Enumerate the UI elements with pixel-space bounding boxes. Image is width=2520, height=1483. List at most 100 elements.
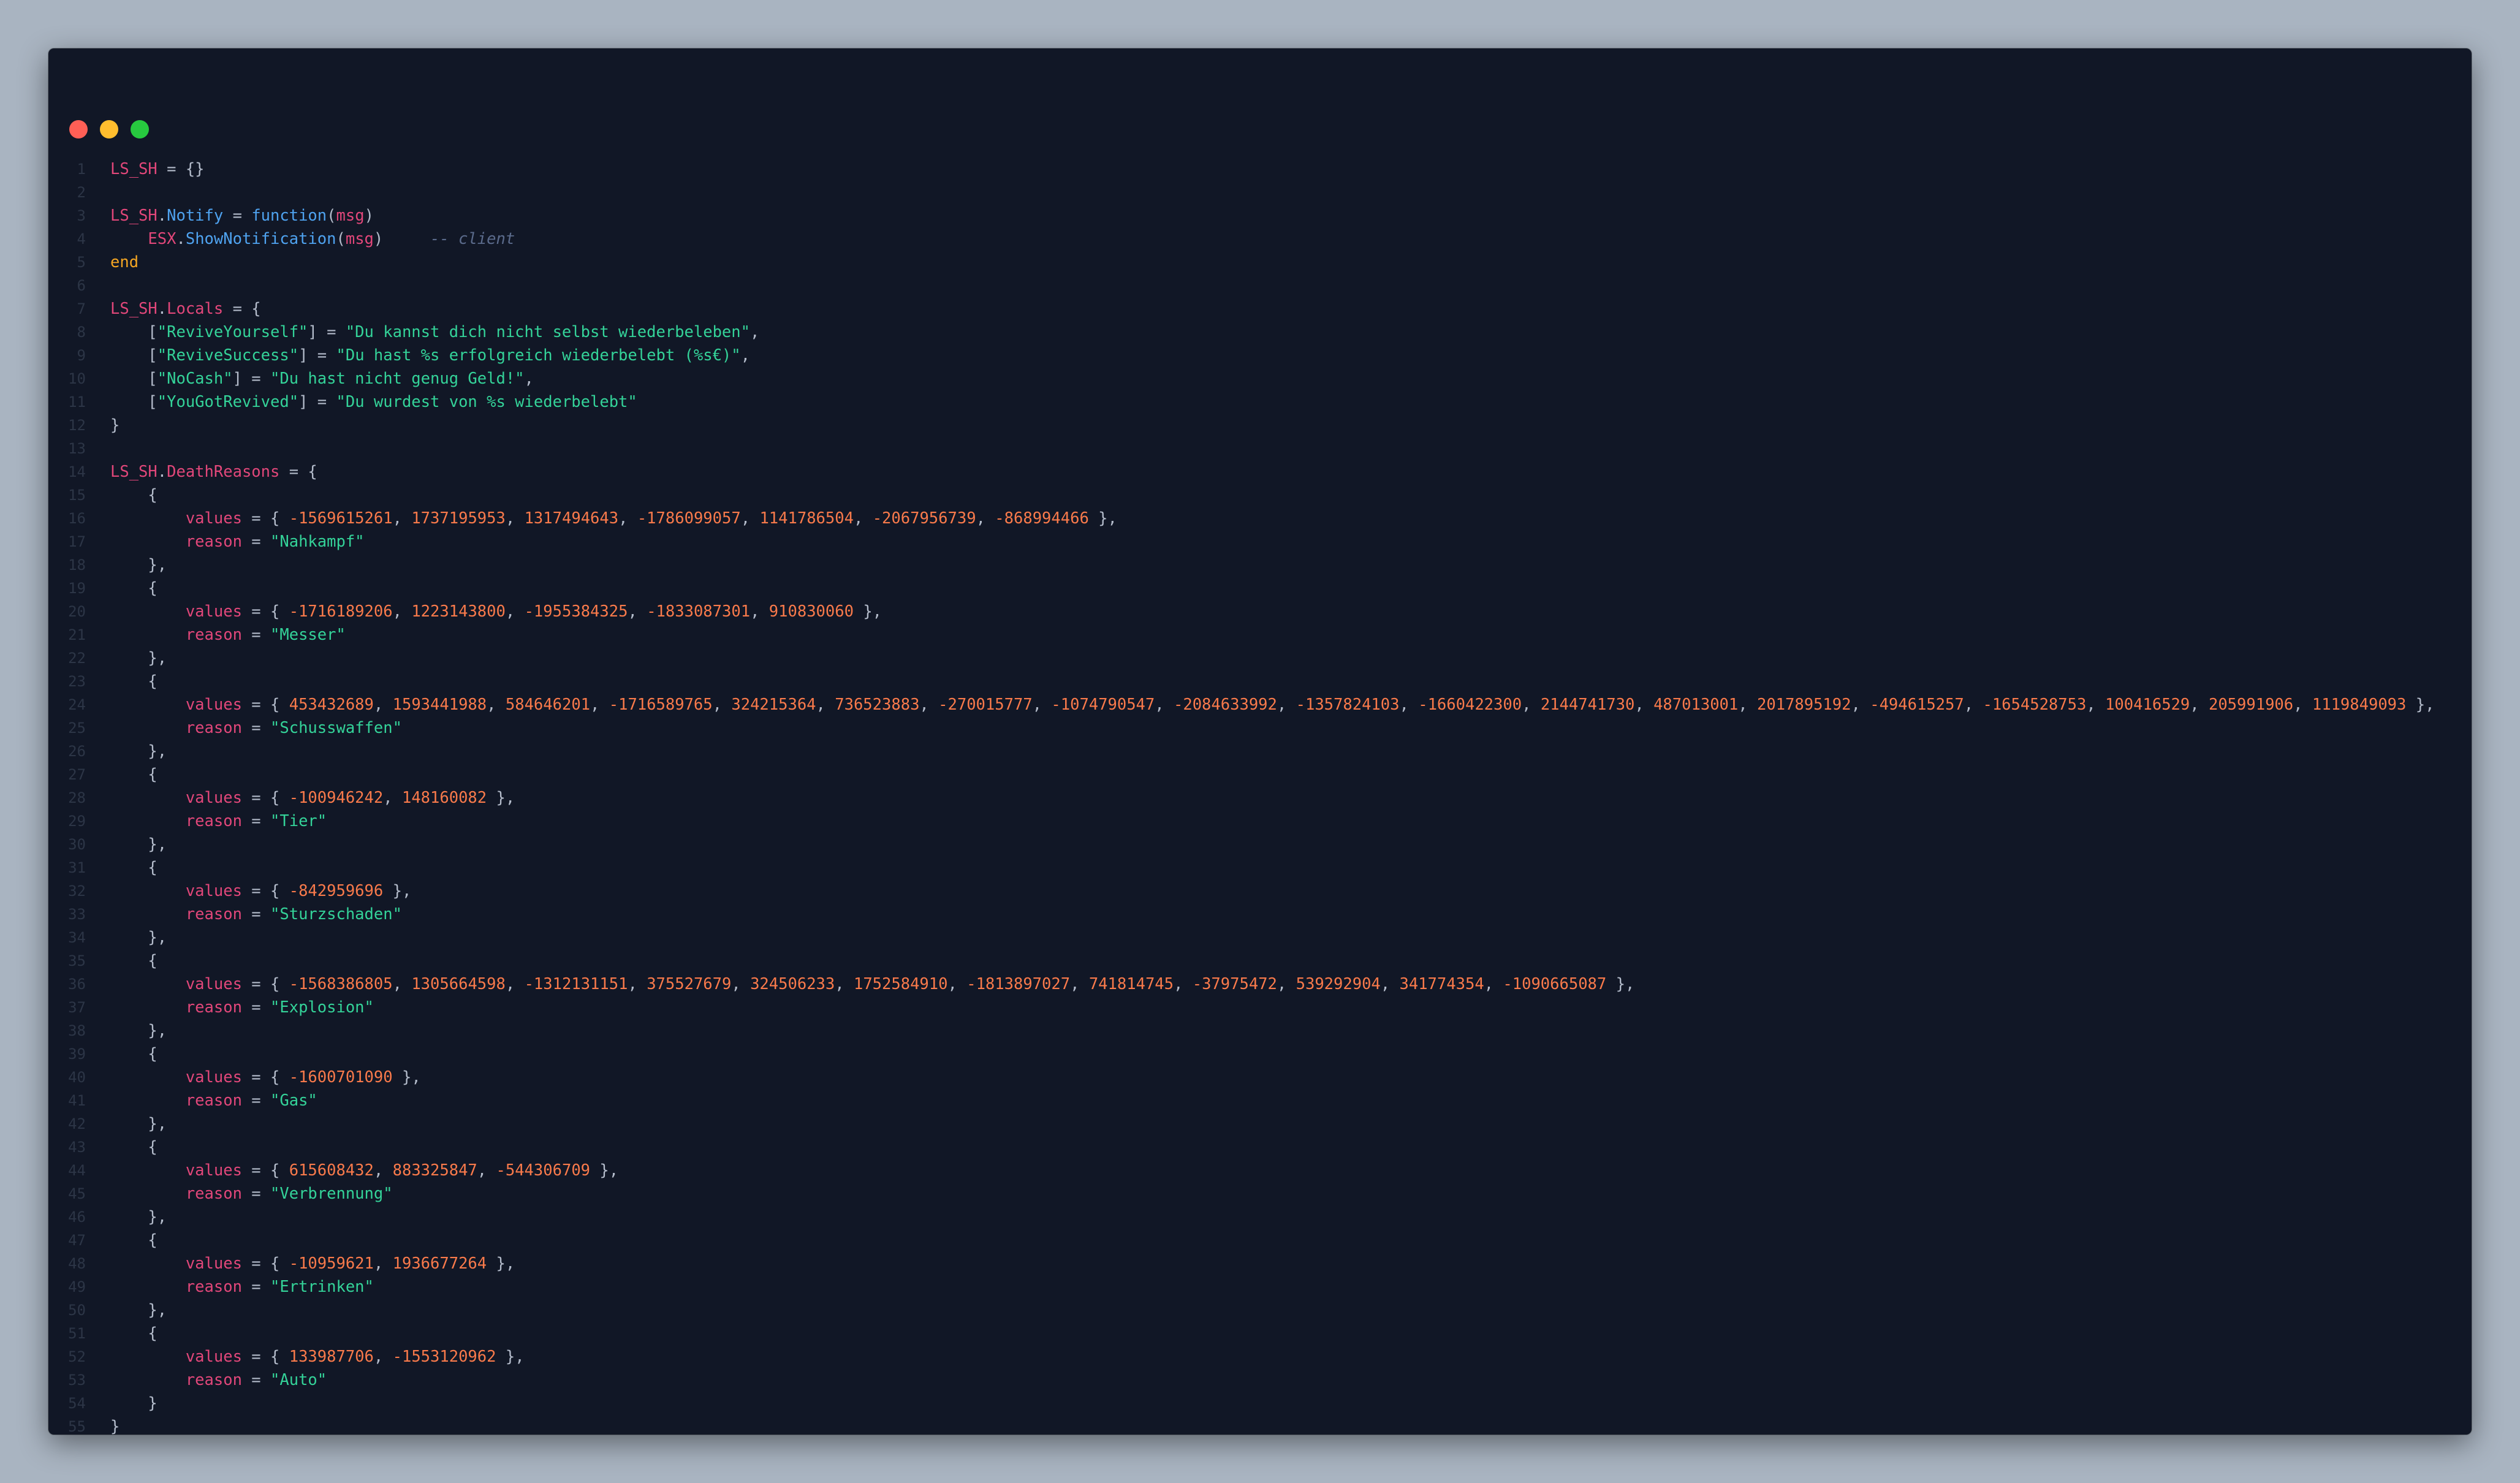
code-line: 15 { [48,484,2472,507]
line-number: 30 [68,836,86,853]
line-number: 26 [68,743,86,760]
code-token: -1660422300 [1418,696,1522,714]
code-token: = [241,998,271,1017]
code-token: , [1277,975,1296,993]
code-token: 2144741730 [1540,696,1635,714]
code-token: }, [487,789,515,807]
line-code: reason = "Gas" [110,1089,317,1112]
code-token: , [816,696,835,714]
line-number: 3 [77,207,86,224]
line-number: 34 [68,929,86,946]
code-line: 53 reason = "Auto" [48,1368,2472,1392]
line-code: { [110,1229,157,1252]
line-code: { [110,484,157,507]
code-token: reason [185,533,242,551]
line-number: 49 [68,1278,86,1295]
code-line: 26 }, [48,740,2472,763]
line-number: 33 [68,906,86,923]
line-number: 10 [68,370,86,387]
code-token: "Nahkampf" [270,533,365,551]
code-token: } [110,416,120,434]
code-token: 1141786504 [759,509,854,528]
code-token: -1833087301 [647,602,751,621]
code-token: }, [487,1254,515,1273]
code-token: . [157,463,167,481]
code-token: "Gas" [270,1091,317,1110]
code-token: "Sturzschaden" [270,905,402,924]
code-token: }, [110,1208,167,1226]
code-token: "Du wurdest von %s wiederbelebt" [336,393,637,411]
code-token: , [392,509,412,528]
code-token: -1786099057 [637,509,741,528]
code-line: 36 values = { -1568386805, 1305664598, -… [48,973,2472,996]
line-code: values = { -1716189206, 1223143800, -195… [110,600,882,623]
code-token: reason [185,719,242,737]
code-line: 41 reason = "Gas" [48,1089,2472,1112]
code-line: 25 reason = "Schusswaffen" [48,716,2472,740]
code-token: = [241,1185,271,1203]
code-token: -1716589765 [609,696,713,714]
line-code: values = { 133987706, -1553120962 }, [110,1345,525,1368]
code-token: , [1032,696,1052,714]
line-number: 9 [77,347,86,364]
code-line: 39 { [48,1042,2472,1066]
minimize-button[interactable] [100,120,118,138]
code-line: 48 values = { -10959621, 1936677264 }, [48,1252,2472,1275]
code-token: , [505,975,525,993]
code-token: function [251,207,327,225]
code-editor[interactable]: 1 LS_SH = {} 2 3 LS_SH.Notify = function(msg… [48,157,2472,1435]
code-token: ShowNotification [185,230,336,248]
line-code: }, [110,1019,167,1042]
code-token: 133987706 [289,1348,374,1366]
code-token: ] = [298,393,336,411]
line-number: 18 [68,556,86,574]
code-token: "Tier" [270,812,327,830]
code-line: 9 ["ReviveSuccess"] = "Du hast %s erfolg… [48,344,2472,367]
code-token: -1716189206 [289,602,393,621]
code-line: 35 { [48,949,2472,973]
code-line: 50 }, [48,1299,2472,1322]
code-token: }, [496,1348,525,1366]
zoom-button[interactable] [131,120,149,138]
code-token: { [110,859,158,877]
code-line: 31 { [48,856,2472,879]
line-number: 32 [68,882,86,900]
line-number: 5 [77,254,86,271]
code-token: }, [110,556,167,574]
line-number: 17 [68,533,86,550]
line-code: } [110,1415,120,1435]
line-number: 53 [68,1371,86,1389]
code-token: }, [590,1161,619,1180]
line-code: }, [110,1299,167,1322]
code-line: 23 { [48,670,2472,693]
code-token: values [185,789,242,807]
code-token: , [1399,696,1419,714]
line-code: reason = "Tier" [110,810,327,833]
line-code: }, [110,926,167,949]
code-token: ( [336,230,346,248]
code-token: 736523883 [835,696,920,714]
code-token: , [1964,696,1983,714]
code-line: 40 values = { -1600701090 }, [48,1066,2472,1089]
code-token: -1955384325 [524,602,628,621]
code-token: , [505,602,525,621]
code-token: , [919,696,939,714]
line-code: { [110,1136,157,1159]
code-line: 43 { [48,1136,2472,1159]
line-number: 4 [77,230,86,248]
line-code: values = { -1568386805, 1305664598, -131… [110,973,1635,996]
code-line: 21 reason = "Messer" [48,623,2472,647]
code-line: 30 }, [48,833,2472,856]
line-number: 44 [68,1162,86,1179]
code-line: 29 reason = "Tier" [48,810,2472,833]
code-token: -1074790547 [1051,696,1155,714]
code-line: 6 [48,274,2472,297]
close-button[interactable] [69,120,88,138]
code-token: reason [185,1371,242,1389]
code-line: 28 values = { -100946242, 148160082 }, [48,786,2472,810]
